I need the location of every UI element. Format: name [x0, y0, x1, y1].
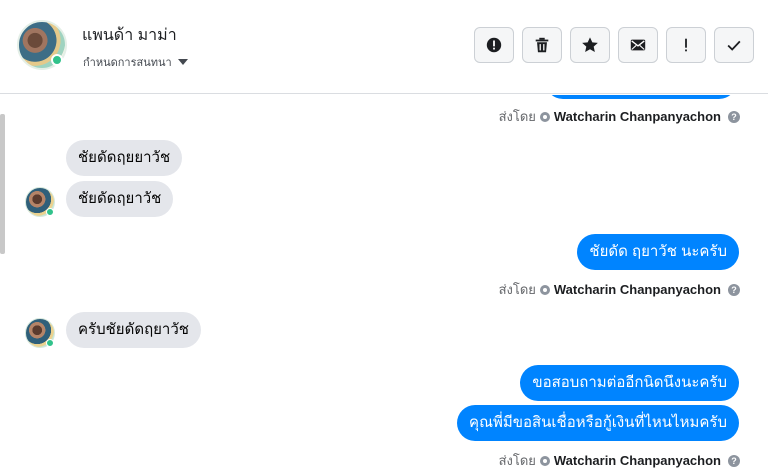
conversation-settings-label: กำหนดการสนทนา: [83, 57, 172, 69]
contact-name[interactable]: แพนด้า มาม่า: [82, 23, 177, 48]
sent-by-label: ส่งโดย: [498, 453, 536, 468]
contact-avatar-small[interactable]: [25, 318, 55, 348]
conversation-header: แพนด้า มาม่า กำหนดการสนทนา: [0, 0, 768, 94]
sender-name[interactable]: Watcharin Chanpanyachon: [554, 109, 721, 124]
sender-name[interactable]: Watcharin Chanpanyachon: [554, 453, 721, 468]
contact-avatar[interactable]: [17, 20, 67, 70]
important-button[interactable]: [666, 27, 706, 63]
page-icon: [539, 455, 550, 466]
star-icon: [582, 37, 598, 53]
sent-by-label: ส่งโดย: [498, 109, 536, 124]
contact-avatar-small[interactable]: [25, 187, 55, 217]
exclamation-icon: [685, 38, 687, 52]
delete-button[interactable]: [522, 27, 562, 63]
conversation-toolbar: [474, 27, 754, 63]
outgoing-message[interactable]: ชัยดัด ฤยาวัช นะครับ: [577, 234, 739, 270]
sent-by-line: ส่งโดย Watcharin Chanpanyachon ?: [499, 450, 740, 471]
info-icon[interactable]: ?: [728, 454, 740, 467]
online-badge: [46, 208, 54, 216]
page-icon: [539, 111, 550, 122]
sent-by-line: ส่งโดย Watcharin Chanpanyachon ?: [499, 279, 740, 300]
outgoing-message-partial[interactable]: [545, 95, 737, 99]
online-badge: [51, 54, 63, 66]
alert-circle-icon: [486, 37, 502, 53]
outgoing-message[interactable]: ขอสอบถามต่ออีกนิดนึงนะครับ: [520, 365, 739, 401]
report-button[interactable]: [474, 27, 514, 63]
incoming-message[interactable]: ครับชัยดัดฤยาวัช: [66, 312, 201, 348]
trash-icon: [535, 37, 549, 53]
info-icon[interactable]: ?: [728, 110, 740, 123]
sent-by-line: ส่งโดย Watcharin Chanpanyachon ?: [499, 106, 740, 127]
caret-down-icon: [177, 59, 188, 65]
envelope-icon: [630, 39, 646, 51]
sent-by-label: ส่งโดย: [498, 282, 536, 297]
online-badge: [46, 339, 54, 347]
checkmark-icon: [727, 40, 741, 51]
conversation-settings-dropdown[interactable]: กำหนดการสนทนา: [83, 53, 188, 71]
sender-name[interactable]: Watcharin Chanpanyachon: [554, 282, 721, 297]
message-thread[interactable]: ส่งโดย Watcharin Chanpanyachon ? ชัยดัดฤ…: [0, 95, 768, 471]
star-button[interactable]: [570, 27, 610, 63]
outgoing-message[interactable]: คุณพี่มีขอสินเชื่อหรือกู้เงินที่ไหนไหมคร…: [457, 405, 739, 441]
page-icon: [539, 284, 550, 295]
incoming-message[interactable]: ชัยดัดฤยยาวัช: [66, 140, 183, 176]
done-button[interactable]: [714, 27, 754, 63]
incoming-message[interactable]: ชัยดัดฤยาวัช: [66, 181, 174, 217]
mark-unread-button[interactable]: [618, 27, 658, 63]
info-icon[interactable]: ?: [728, 283, 740, 296]
